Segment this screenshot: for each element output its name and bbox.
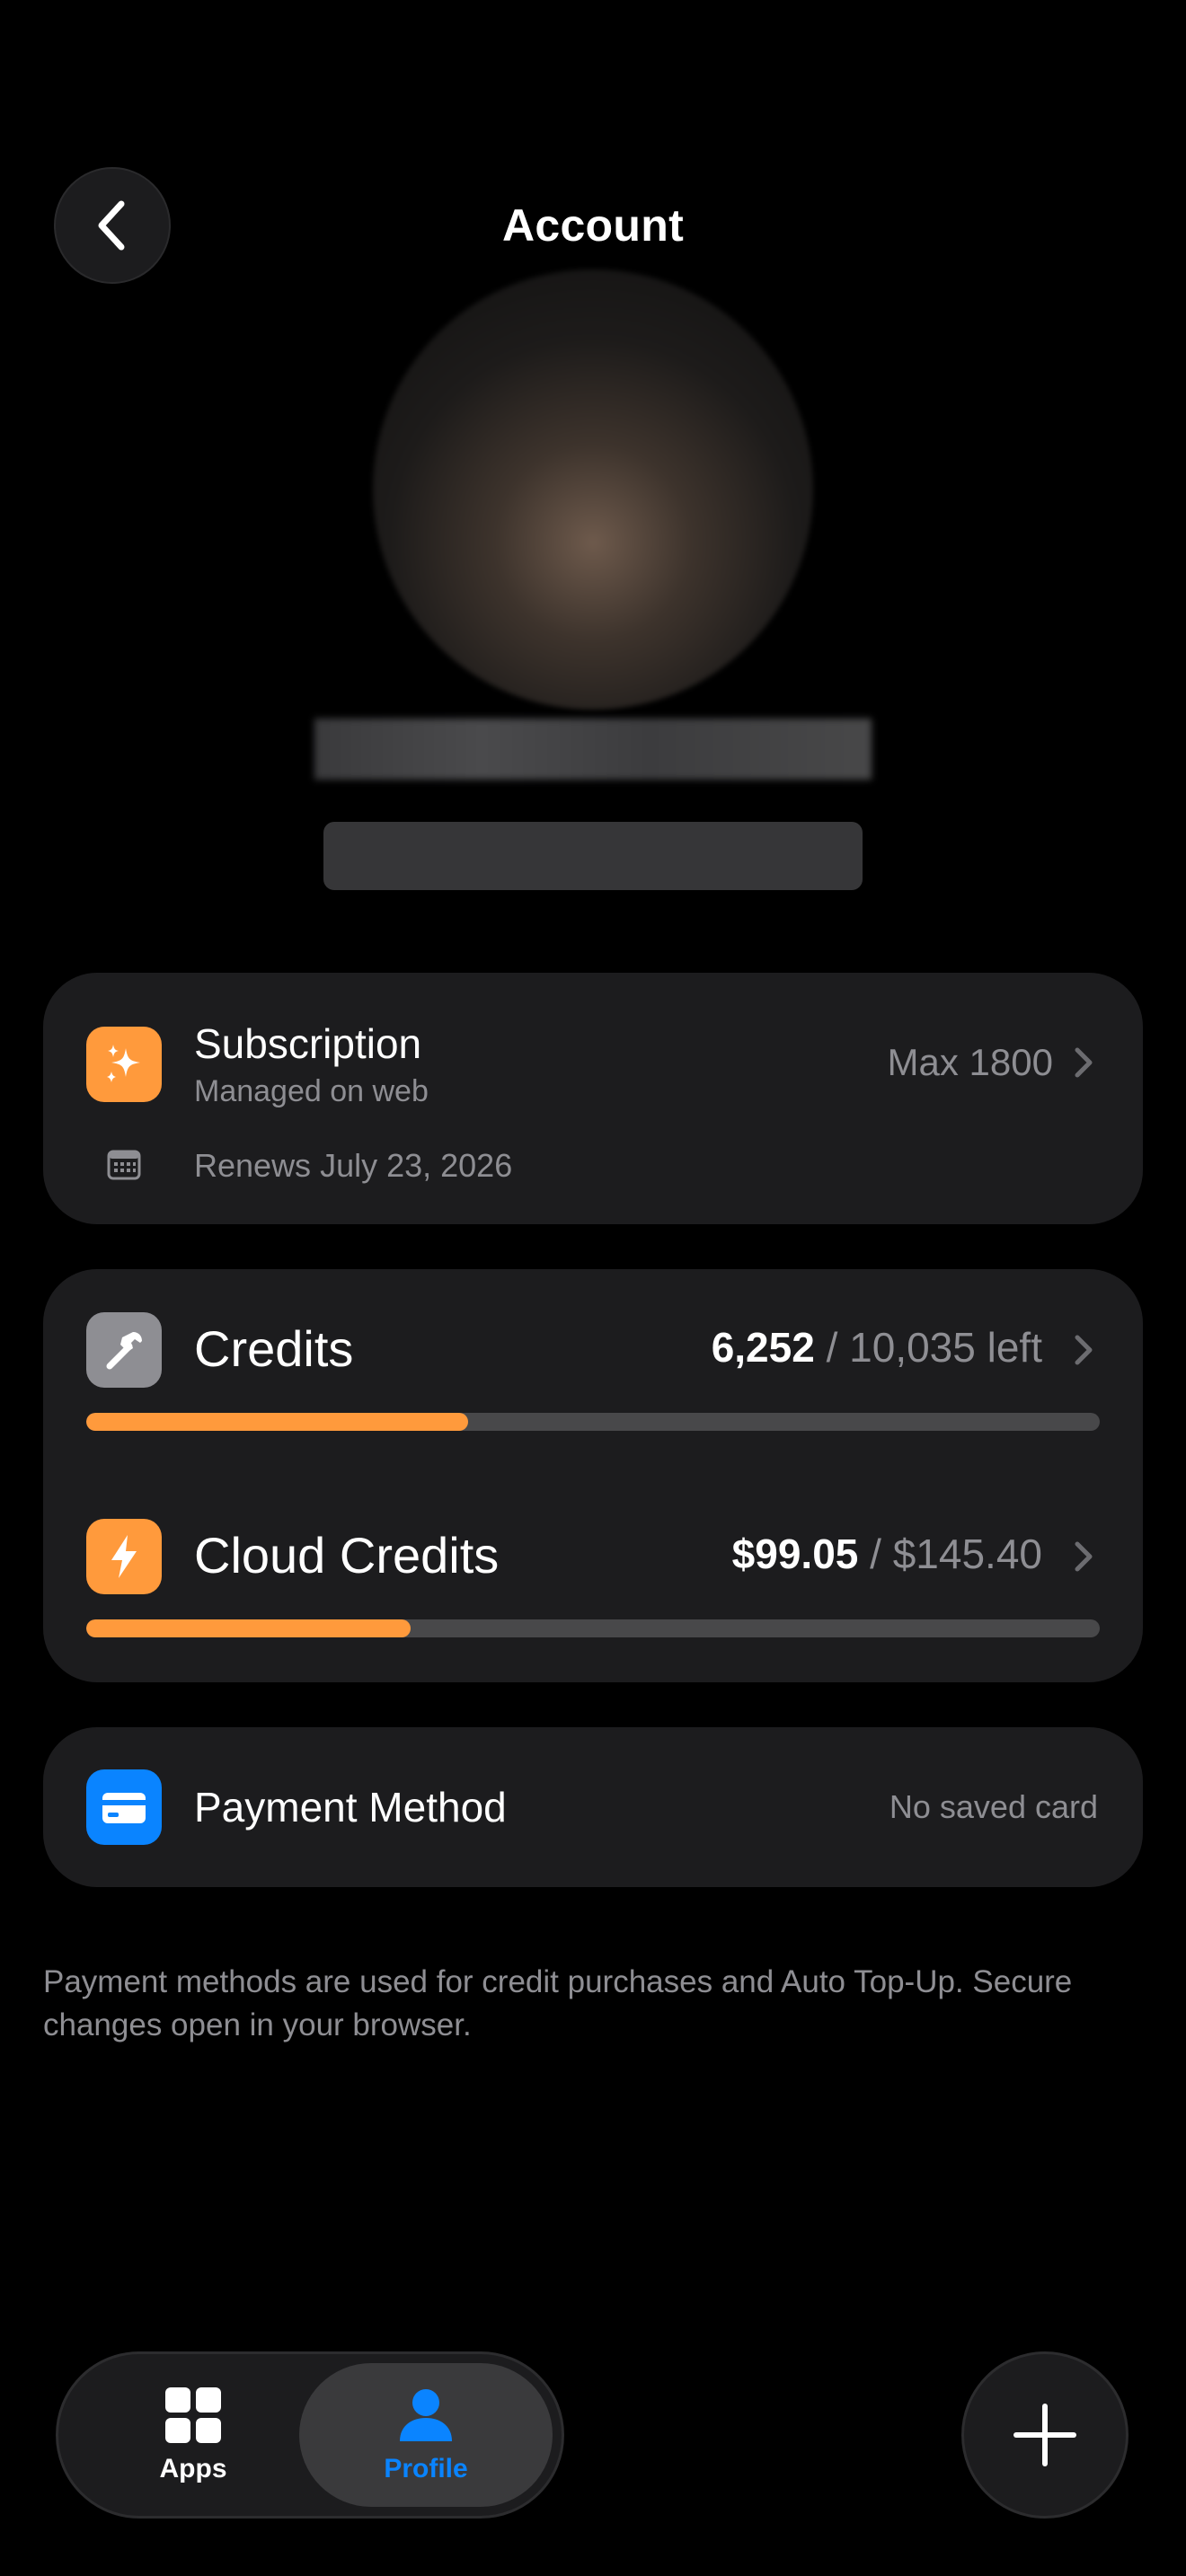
- subscription-renewal: Renews July 23, 2026: [194, 1147, 513, 1184]
- tab-bar: Apps Profile: [56, 2351, 564, 2519]
- credits-separator: /: [814, 1324, 850, 1371]
- tab-profile-label: Profile: [384, 2454, 468, 2483]
- cloud-credits-separator: /: [858, 1531, 893, 1577]
- payment-method-title: Payment Method: [194, 1784, 507, 1831]
- payment-footnote: Payment methods are used for credit purc…: [43, 1964, 1073, 2042]
- hammer-icon: [86, 1312, 162, 1388]
- add-button[interactable]: [961, 2351, 1128, 2519]
- chevron-right-icon: [1075, 1541, 1093, 1572]
- person-icon: [400, 2389, 452, 2441]
- credit-card-icon: [86, 1769, 162, 1845]
- plus-icon: [1013, 2404, 1076, 2466]
- cloud-credits-title: Cloud Credits: [194, 1527, 500, 1584]
- cloud-credits-total: $145.40: [892, 1531, 1042, 1577]
- credits-progress-fill: [86, 1413, 469, 1431]
- payment-method-card[interactable]: Payment Method No saved card: [43, 1727, 1143, 1887]
- cloud-credits-progress-fill: [86, 1619, 411, 1637]
- payment-method-value: No saved card: [889, 1788, 1098, 1825]
- credits-title: Credits: [194, 1320, 354, 1377]
- subscription-subtitle: Managed on web: [194, 1074, 429, 1108]
- calendar-icon: [107, 1150, 141, 1180]
- credits-total: 10,035 left: [849, 1324, 1042, 1371]
- page-title: Account: [501, 200, 685, 251]
- name-redacted: [314, 719, 872, 780]
- lightning-bolt-icon: [86, 1519, 162, 1594]
- credits-progress-bar: [86, 1413, 1100, 1431]
- email-redacted: [323, 822, 863, 890]
- cloud-credits-value: $99.05 / $145.40: [732, 1530, 1042, 1578]
- chevron-right-icon: [1075, 1047, 1093, 1078]
- subscription-plan: Max 1800: [887, 1041, 1053, 1083]
- subscription-title: Subscription: [194, 1020, 422, 1067]
- tab-profile[interactable]: Profile: [299, 2363, 553, 2507]
- chevron-right-icon: [1075, 1335, 1093, 1365]
- credits-row[interactable]: Credits 6,252 / 10,035 left: [43, 1269, 1143, 1476]
- avatar: [373, 269, 813, 710]
- tab-apps[interactable]: Apps: [76, 2363, 310, 2507]
- cloud-credits-row[interactable]: Cloud Credits $99.05 / $145.40: [43, 1476, 1143, 1682]
- sparkles-icon: [86, 1027, 162, 1102]
- credits-value: 6,252 / 10,035 left: [712, 1323, 1042, 1372]
- credits-card: Credits 6,252 / 10,035 left Cloud Credit…: [43, 1269, 1143, 1682]
- credits-remaining: 6,252: [711, 1324, 815, 1371]
- apps-grid-icon: [165, 2387, 221, 2443]
- subscription-card[interactable]: Subscription Managed on web Max 1800 Ren…: [43, 973, 1143, 1224]
- tab-apps-label: Apps: [159, 2454, 227, 2483]
- cloud-credits-progress-bar: [86, 1619, 1100, 1637]
- cloud-credits-remaining: $99.05: [731, 1531, 859, 1577]
